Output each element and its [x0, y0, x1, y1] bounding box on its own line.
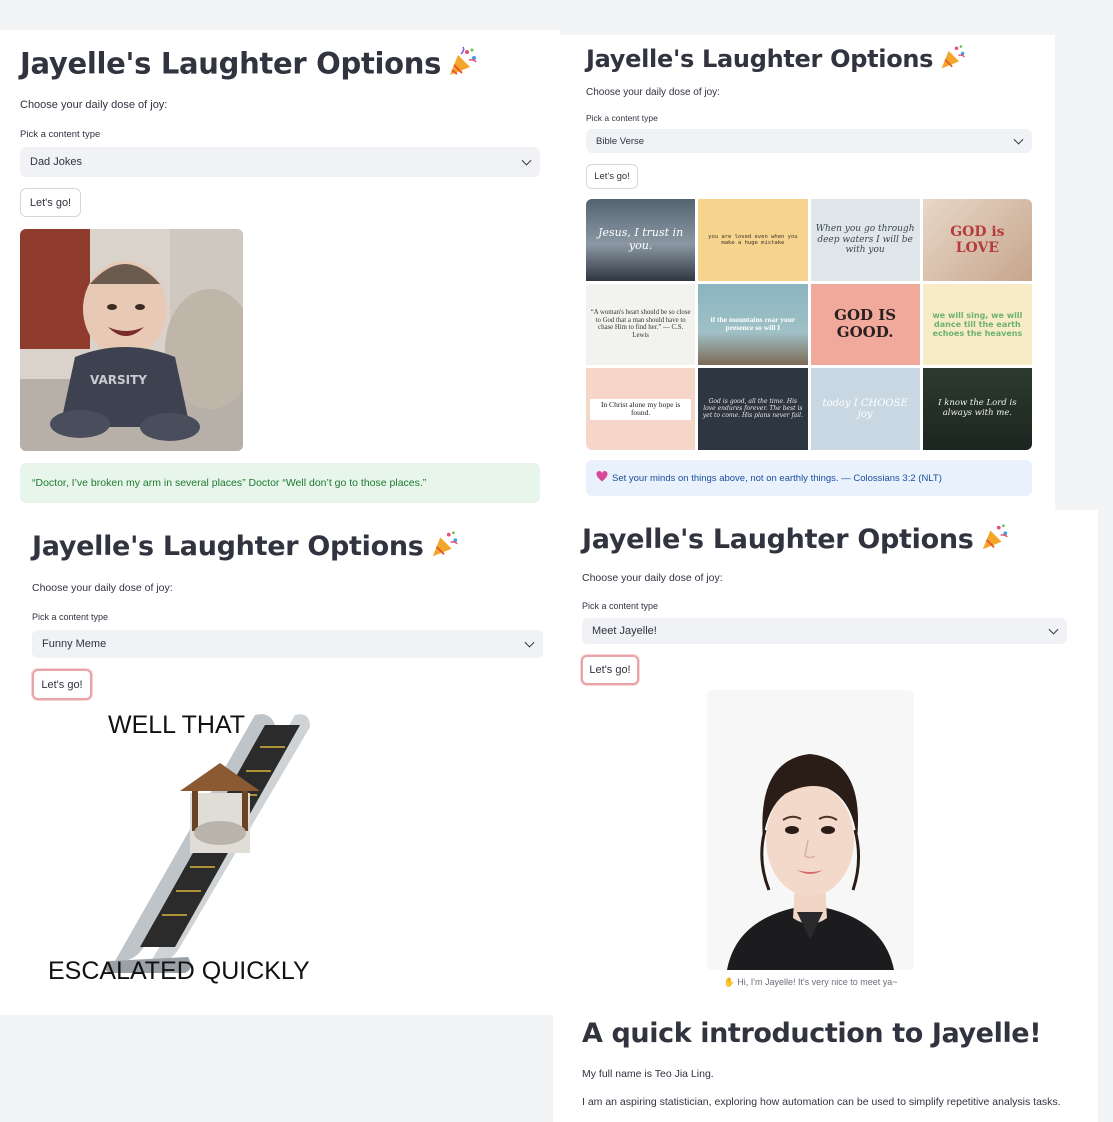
intro-line-2: I am an aspiring statistician, exploring…: [582, 1096, 1061, 1108]
page-title-text: Jayelle's Laughter Options: [32, 531, 424, 562]
meme-bottom-text: ESCALATED QUICKLY: [48, 957, 310, 985]
chevron-down-icon: [524, 637, 535, 648]
intro-heading: A quick introduction to Jayelle!: [582, 1018, 1042, 1049]
page-title-text: Jayelle's Laughter Options: [586, 45, 934, 73]
verse-tile: if the mountains roar your presence so w…: [698, 283, 808, 366]
party-popper-icon: [447, 46, 479, 85]
lets-go-button[interactable]: Let's go!: [586, 164, 638, 189]
verse-tile: today I CHOOSE joy: [810, 368, 920, 450]
chevron-down-icon: [1048, 624, 1059, 635]
lets-go-button[interactable]: Let's go!: [581, 655, 639, 685]
page-title: Jayelle's Laughter Options: [32, 529, 460, 566]
jayelle-photo: [707, 690, 914, 970]
party-popper-icon: [430, 529, 460, 566]
subtitle: Choose your daily dose of joy:: [582, 572, 723, 584]
content-type-select[interactable]: Dad Jokes: [20, 147, 540, 177]
verse-tile: I know the Lord is always with me.: [922, 368, 1032, 450]
page-title: Jayelle's Laughter Options: [582, 522, 1010, 559]
page-title-text: Jayelle's Laughter Options: [582, 524, 974, 555]
verse-tile: “A woman's heart should be so close to G…: [586, 283, 696, 366]
verse-tile: GOD IS GOOD.: [810, 283, 920, 366]
panel-meet-jayelle: Jayelle's Laughter Options Choose your d…: [553, 510, 1098, 1122]
verse-tile: In Christ alone my hope is found.: [586, 368, 696, 450]
panel-funny-meme: Jayelle's Laughter Options Choose your d…: [0, 515, 555, 1015]
verse-tile: When you go through deep waters I will b…: [810, 199, 920, 281]
verse-tile: God is good, all the time. His love endu…: [698, 368, 808, 450]
select-label: Pick a content type: [32, 612, 109, 622]
content-type-select[interactable]: Meet Jayelle!: [582, 618, 1067, 644]
subtitle: Choose your daily dose of joy:: [32, 582, 173, 594]
escalator-meme: WELL THAT ESCALATED QUICKLY: [40, 707, 320, 1007]
page-title-text: Jayelle's Laughter Options: [20, 46, 442, 81]
select-label: Pick a content type: [20, 129, 101, 140]
heart-icon: [596, 470, 608, 485]
verse-text: Set your minds on things above, not on e…: [612, 472, 942, 484]
intro-line-1: My full name is Teo Jia Ling.: [582, 1068, 714, 1080]
verse-tile: Jesus, I trust in you.: [586, 199, 696, 281]
verse-tile: GOD is LOVE: [922, 199, 1032, 281]
select-value: Bible Verse: [596, 135, 645, 147]
chevron-down-icon: [521, 155, 532, 166]
waving-hand-icon: ✋: [723, 977, 735, 987]
select-value: Meet Jayelle!: [592, 625, 657, 637]
select-value: Funny Meme: [42, 638, 107, 650]
select-label: Pick a content type: [586, 113, 658, 123]
select-label: Pick a content type: [582, 601, 659, 611]
chevron-down-icon: [1013, 134, 1024, 145]
photo-caption: ✋ Hi, I'm Jayelle! It's very nice to mee…: [707, 977, 914, 988]
verse-tile: you are loved even when you make a huge …: [698, 199, 808, 281]
content-type-select[interactable]: Bible Verse: [586, 129, 1032, 153]
subtitle: Choose your daily dose of joy:: [20, 99, 168, 111]
content-type-select[interactable]: Funny Meme: [32, 630, 543, 658]
lets-go-button[interactable]: Let's go!: [32, 669, 92, 700]
panel-bible-verse: Jayelle's Laughter Options Choose your d…: [560, 35, 1055, 513]
verse-alert: Set your minds on things above, not on e…: [586, 460, 1032, 496]
party-popper-icon: [980, 522, 1010, 559]
verse-image-grid: Jesus, I trust in you. you are loved eve…: [586, 199, 1032, 450]
photo-caption-text: Hi, I'm Jayelle! It's very nice to meet …: [737, 977, 898, 987]
page-title: Jayelle's Laughter Options: [586, 43, 967, 77]
verse-tile: we will sing, we will dance till the ear…: [922, 283, 1032, 366]
party-popper-icon: [939, 43, 967, 77]
svg-text:VARSITY: VARSITY: [90, 373, 147, 387]
select-value: Dad Jokes: [30, 156, 82, 168]
subtitle: Choose your daily dose of joy:: [586, 87, 720, 98]
lets-go-button[interactable]: Let's go!: [20, 188, 81, 217]
joke-alert: “Doctor, I’ve broken my arm in several p…: [20, 463, 540, 503]
panel-dad-jokes: Jayelle's Laughter Options Choose your d…: [0, 30, 560, 520]
page-title: Jayelle's Laughter Options: [20, 46, 479, 85]
laughing-baby-gif: VARSITY: [20, 229, 243, 451]
